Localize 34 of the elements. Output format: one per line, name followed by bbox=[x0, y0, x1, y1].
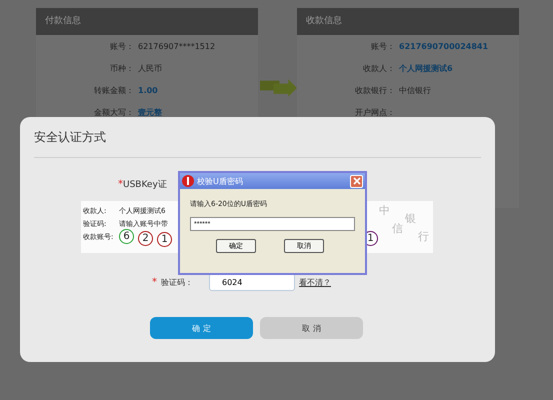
dialog-title: 校验U盾密码 bbox=[197, 176, 244, 186]
panel-title: 收款信息 bbox=[297, 8, 519, 35]
captcha-digit: 6 bbox=[119, 229, 134, 244]
code-label: 验证码： bbox=[161, 276, 194, 288]
captcha-digit: 1 bbox=[157, 232, 172, 247]
field-label: 转账金额： bbox=[93, 84, 134, 96]
field-label: 收款人： bbox=[362, 62, 395, 74]
field-label: 金额大写： bbox=[93, 106, 134, 118]
close-button[interactable] bbox=[350, 174, 363, 188]
modal-title: 安全认证方式 bbox=[33, 129, 107, 146]
usbkey-label: USBKey证 bbox=[123, 180, 167, 190]
field-value: 人民币 bbox=[137, 62, 162, 74]
field-value: 中信银行 bbox=[398, 84, 431, 96]
field-label: 账号： bbox=[370, 40, 395, 52]
required-mark: * bbox=[152, 276, 157, 288]
cancel-button[interactable]: 取 消 bbox=[260, 317, 363, 339]
field-label: 开户网点： bbox=[354, 106, 395, 118]
field-label: 币种： bbox=[109, 62, 134, 74]
close-icon bbox=[352, 177, 360, 185]
field-value: 62176907****1512 bbox=[137, 42, 216, 50]
required-mark: * bbox=[118, 179, 123, 190]
captcha-noise-text: 信 bbox=[392, 221, 403, 236]
captcha-noise-text: 银 bbox=[405, 211, 416, 226]
field-value: 6217690700024841 bbox=[398, 42, 488, 50]
captcha-digit: 2 bbox=[138, 230, 153, 246]
captcha-noise-text: 中 bbox=[379, 203, 390, 218]
panel-title: 付款信息 bbox=[36, 8, 258, 35]
field-label: 账号： bbox=[109, 40, 134, 52]
field-value: 壹元整 bbox=[137, 106, 162, 118]
field-label: 收款银行： bbox=[354, 84, 395, 96]
captcha-noise-text: 行 bbox=[418, 229, 429, 244]
field-value: 1.00 bbox=[137, 86, 158, 94]
refresh-captcha-link[interactable]: 看不清？ bbox=[299, 276, 331, 288]
field-value: 个人网援测试6 bbox=[398, 62, 453, 74]
